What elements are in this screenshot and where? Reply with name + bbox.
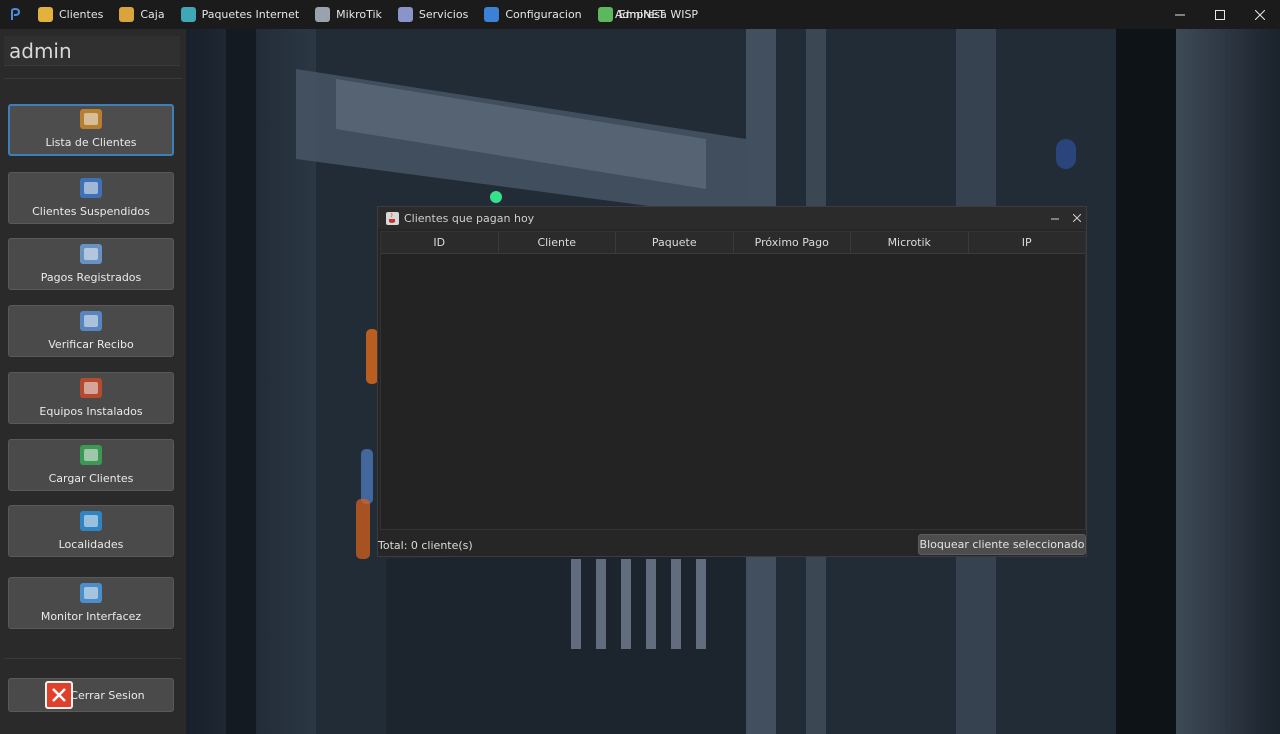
sidebar-button-label: Clientes Suspendidos bbox=[32, 205, 150, 218]
company-icon bbox=[597, 7, 613, 22]
sidebar-pagos-registrados-button[interactable]: Pagos Registrados bbox=[8, 238, 174, 290]
payments-clock-icon bbox=[78, 242, 104, 266]
sidebar-monitor-interfacez-button[interactable]: Monitor Interfacez bbox=[8, 577, 174, 629]
current-user: admin bbox=[4, 36, 180, 66]
menu-empresa-wisp[interactable]: Empresa WISP bbox=[590, 0, 706, 29]
sidebar-equipos-instalados-button[interactable]: Equipos Instalados bbox=[8, 372, 174, 424]
app-logo-icon bbox=[8, 7, 24, 23]
sidebar-button-label: Cargar Clientes bbox=[48, 472, 134, 485]
clients-table[interactable]: ID Cliente Paquete Próximo Pago Microtik IP bbox=[380, 231, 1086, 530]
maximize-icon[interactable] bbox=[1200, 0, 1240, 29]
column-header[interactable]: Paquete bbox=[616, 232, 734, 253]
receipt-icon bbox=[78, 309, 104, 333]
dialog-title-bar: Clientes que pagan hoy bbox=[378, 207, 1086, 229]
menu-label: MikroTik bbox=[336, 8, 382, 21]
menu-clientes[interactable]: Clientes bbox=[30, 0, 111, 29]
block-client-button[interactable]: Bloquear cliente seleccionado bbox=[918, 534, 1086, 555]
dialog-title: Clientes que pagan hoy bbox=[404, 211, 535, 225]
sidebar-button-label: Equipos Instalados bbox=[39, 405, 143, 418]
column-header[interactable]: Próximo Pago bbox=[734, 232, 851, 253]
minimize-icon[interactable] bbox=[1160, 0, 1200, 29]
menu-label: Empresa WISP bbox=[618, 8, 699, 21]
total-count: Total: 0 cliente(s) bbox=[378, 539, 473, 552]
close-icon[interactable] bbox=[1240, 0, 1280, 29]
sidebar-button-label: Lista de Clientes bbox=[45, 136, 137, 149]
menu-servicios[interactable]: Servicios bbox=[390, 0, 476, 29]
logout-label: Cerrar Sesion bbox=[70, 688, 145, 702]
checkmark-icon bbox=[78, 443, 104, 467]
menu-label: Servicios bbox=[418, 8, 469, 21]
menu-caja[interactable]: Caja bbox=[111, 0, 172, 29]
column-header[interactable]: ID bbox=[381, 232, 499, 253]
dialog-minimize-icon[interactable] bbox=[1045, 207, 1065, 229]
menu-label: Clientes bbox=[59, 8, 104, 21]
sidebar: admin Lista de Clientes Clientes Suspendi… bbox=[0, 29, 186, 734]
window-controls bbox=[1160, 0, 1280, 29]
divider bbox=[4, 78, 182, 79]
services-icon bbox=[397, 7, 413, 22]
menu-paquetes-internet[interactable]: Paquetes Internet bbox=[173, 0, 308, 29]
monitor-icon bbox=[78, 581, 104, 605]
sidebar-lista-de-clientes-button[interactable]: Lista de Clientes bbox=[8, 104, 174, 156]
menu-bar: Clientes Caja Paquetes Internet MikroTik Ser… bbox=[30, 0, 706, 29]
users-icon bbox=[38, 7, 53, 22]
java-cup-icon bbox=[386, 211, 399, 225]
column-header[interactable]: Microtik bbox=[851, 232, 969, 253]
sidebar-button-label: Localidades bbox=[58, 538, 124, 551]
users-icon bbox=[78, 107, 104, 131]
box-icon bbox=[119, 7, 135, 22]
sidebar-button-label: Pagos Registrados bbox=[40, 271, 142, 284]
settings-icon bbox=[484, 7, 500, 22]
sidebar-cargar-clientes-button[interactable]: Cargar Clientes bbox=[8, 439, 174, 491]
globe-icon bbox=[180, 7, 196, 22]
menu-label: Configuracion bbox=[505, 8, 582, 21]
logout-button[interactable]: Cerrar Sesion bbox=[8, 678, 174, 712]
equipment-icon bbox=[78, 376, 104, 400]
menu-configuracion[interactable]: Configuracion bbox=[476, 0, 589, 29]
column-header[interactable]: Cliente bbox=[499, 232, 616, 253]
sidebar-verificar-recibo-button[interactable]: Verificar Recibo bbox=[8, 305, 174, 357]
router-icon bbox=[315, 7, 331, 22]
sidebar-localidades-button[interactable]: Localidades bbox=[8, 505, 174, 557]
column-header[interactable]: IP bbox=[969, 232, 1086, 253]
globe-icon bbox=[78, 509, 104, 533]
sidebar-button-label: Monitor Interfacez bbox=[40, 610, 142, 623]
menu-label: Caja bbox=[140, 8, 165, 21]
close-x-icon bbox=[45, 681, 73, 709]
dialog-close-icon[interactable] bbox=[1067, 207, 1087, 229]
menu-label: Paquetes Internet bbox=[201, 8, 300, 21]
divider bbox=[4, 658, 182, 659]
title-bar: Clientes Caja Paquetes Internet MikroTik Ser… bbox=[0, 0, 1280, 29]
menu-mikrotik[interactable]: MikroTik bbox=[307, 0, 390, 29]
clients-paying-today-dialog: Clientes que pagan hoy ID Cliente Paquete P… bbox=[377, 206, 1087, 557]
sidebar-clientes-suspendidos-button[interactable]: Clientes Suspendidos bbox=[8, 172, 174, 224]
table-header: ID Cliente Paquete Próximo Pago Microtik IP bbox=[381, 232, 1085, 254]
suspended-users-icon bbox=[78, 176, 104, 200]
sidebar-button-label: Verificar Recibo bbox=[48, 338, 134, 351]
